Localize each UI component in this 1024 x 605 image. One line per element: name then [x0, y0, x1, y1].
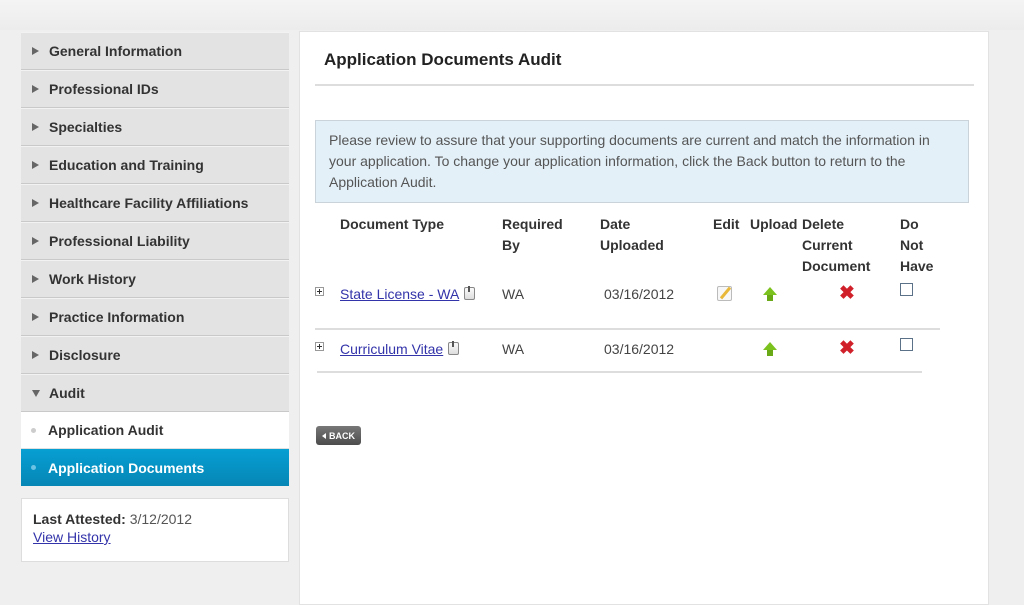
sidebar-item-label: Healthcare Facility Affiliations: [49, 195, 249, 211]
table-row: State License - WA WA 03/16/2012 ✖: [315, 281, 940, 329]
page-title: Application Documents Audit: [324, 50, 562, 69]
delete-x-icon[interactable]: ✖: [839, 283, 855, 304]
title-divider: [315, 84, 974, 86]
table-bottom-divider: [317, 371, 922, 373]
table-header-row: Document Type Required By Date Uploaded Ed…: [315, 214, 940, 281]
upload-arrow-icon[interactable]: [763, 342, 777, 357]
caret-right-icon: [32, 85, 39, 93]
sidebar-item-label: Practice Information: [49, 309, 185, 325]
date-uploaded-header: Date Uploaded: [600, 216, 664, 253]
sidebar-item-professional-ids[interactable]: Professional IDs: [21, 70, 289, 108]
required-by-header: Required By: [502, 216, 563, 253]
caret-right-icon: [32, 313, 39, 321]
caret-right-icon: [32, 161, 39, 169]
back-arrow-icon: [322, 432, 326, 439]
caret-right-icon: [32, 351, 39, 359]
last-attested-date: 3/12/2012: [129, 511, 193, 527]
sidebar-item-work-history[interactable]: Work History: [21, 260, 289, 298]
sidebar-item-label: Professional IDs: [49, 81, 159, 97]
document-icon[interactable]: [448, 341, 460, 355]
last-attested-label: Last Attested:: [33, 511, 126, 527]
document-link[interactable]: State License - WA: [340, 286, 459, 302]
edit-header: Edit: [713, 216, 740, 232]
delete-header: Delete Current Document: [802, 216, 871, 274]
expand-column-header: [315, 214, 340, 281]
table-row: Curriculum Vitae WA 03/16/2012 ✖: [315, 328, 940, 377]
sidebar: General Information Professional IDs Spe…: [21, 32, 289, 562]
upload-header: Upload: [750, 216, 798, 232]
sidebar-item-label: General Information: [49, 43, 183, 59]
caret-right-icon: [32, 275, 39, 283]
caret-right-icon: [32, 199, 39, 207]
sidebar-item-professional-liability[interactable]: Professional Liability: [21, 222, 289, 260]
doc-type-header: Document Type: [340, 216, 444, 232]
bullet-icon: [31, 427, 36, 433]
documents-table: Document Type Required By Date Uploaded Ed…: [315, 214, 940, 377]
sidebar-item-general-information[interactable]: General Information: [21, 32, 289, 70]
info-message: Please review to assure that your suppor…: [315, 120, 969, 203]
back-button[interactable]: BACK: [316, 426, 361, 445]
back-button-label: BACK: [329, 430, 355, 441]
sidebar-subitem-application-audit[interactable]: Application Audit: [21, 412, 289, 449]
main-panel: Application Documents Audit Please revie…: [299, 31, 989, 605]
document-link[interactable]: Curriculum Vitae: [340, 341, 443, 357]
sidebar-item-label: Professional Liability: [49, 233, 190, 249]
sidebar-subitem-application-documents[interactable]: Application Documents: [21, 449, 289, 486]
sidebar-item-label: Specialties: [49, 119, 123, 135]
caret-down-icon: [32, 389, 40, 397]
bullet-icon: [31, 465, 36, 470]
sidebar-item-healthcare-facility-affiliations[interactable]: Healthcare Facility Affiliations: [21, 184, 289, 222]
pencil-edit-icon[interactable]: [717, 286, 732, 301]
sidebar-item-label: Work History: [49, 271, 136, 287]
sidebar-item-label: Education and Training: [49, 157, 204, 173]
sidebar-item-specialties[interactable]: Specialties: [21, 108, 289, 146]
sidebar-item-audit[interactable]: Audit: [21, 374, 289, 412]
sidebar-subitem-label: Application Documents: [48, 459, 205, 476]
date-uploaded-cell: 03/16/2012: [604, 286, 675, 302]
sidebar-item-practice-information[interactable]: Practice Information: [21, 298, 289, 336]
required-by-cell: WA: [502, 328, 600, 377]
upload-arrow-icon[interactable]: [763, 287, 777, 302]
caret-right-icon: [32, 123, 39, 131]
do-not-have-checkbox[interactable]: [900, 338, 913, 351]
caret-right-icon: [32, 237, 39, 245]
sidebar-item-education-and-training[interactable]: Education and Training: [21, 146, 289, 184]
sidebar-item-disclosure[interactable]: Disclosure: [21, 336, 289, 374]
view-history-link[interactable]: View History: [33, 529, 111, 545]
do-not-have-header: Do Not Have: [900, 216, 934, 274]
required-by-cell: WA: [502, 286, 525, 302]
attestation-panel: Last Attested: 3/12/2012 View History: [21, 498, 289, 562]
plus-box-icon[interactable]: [315, 287, 324, 296]
sidebar-subitem-label: Application Audit: [48, 422, 164, 438]
sidebar-item-label: Disclosure: [49, 347, 121, 363]
delete-x-icon[interactable]: ✖: [839, 338, 855, 359]
sidebar-item-label: Audit: [49, 385, 85, 401]
date-uploaded-cell: 03/16/2012: [600, 328, 713, 377]
do-not-have-checkbox[interactable]: [900, 283, 913, 296]
caret-right-icon: [32, 47, 39, 55]
top-bar: [0, 0, 1024, 30]
document-icon[interactable]: [464, 286, 476, 300]
plus-box-icon[interactable]: [315, 342, 324, 351]
